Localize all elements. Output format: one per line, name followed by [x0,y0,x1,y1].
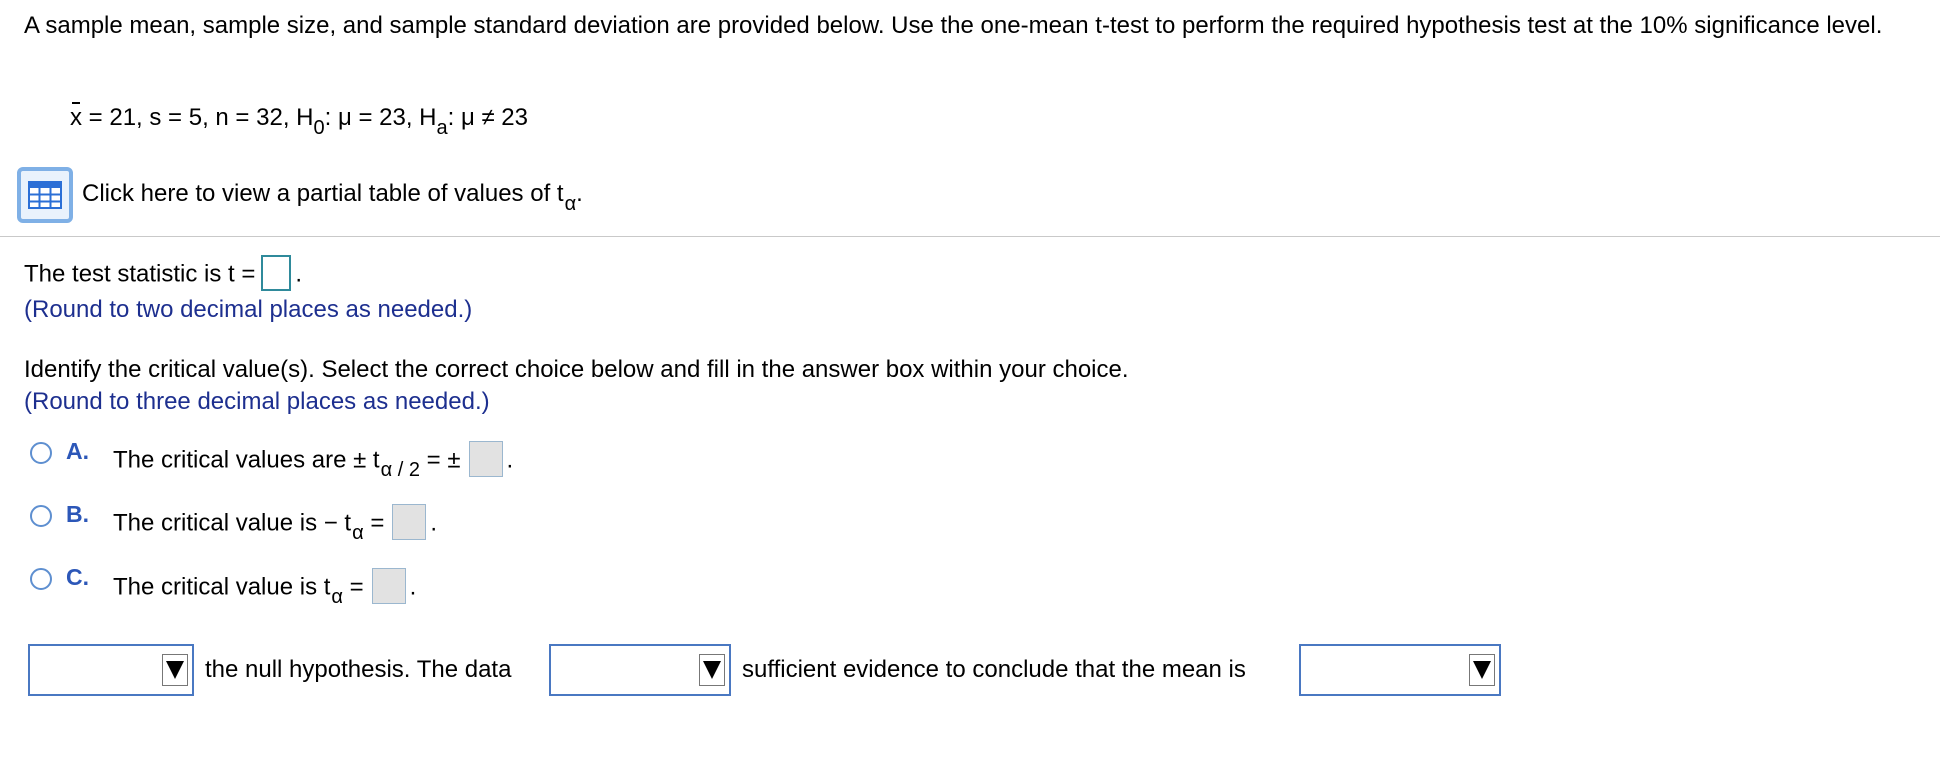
choice-c-radio[interactable] [30,568,52,590]
mean-conclusion-dropdown[interactable] [1299,644,1501,696]
choice-b-letter: B. [66,501,89,527]
given-values: x = 21, s = 5, n = 32, H0: μ = 23, Ha: μ… [70,102,528,139]
conclusion-text-1: the null hypothesis. The data [205,656,512,683]
choice-b-radio[interactable] [30,505,52,527]
evidence-dropdown[interactable] [549,644,731,696]
h0-subscript: 0 [313,117,325,139]
dropdown-arrow-icon[interactable] [162,654,188,686]
problem-intro: A sample mean, sample size, and sample s… [24,12,1883,39]
choice-c-letter: C. [66,564,89,590]
dropdown-arrow-icon[interactable] [1469,654,1495,686]
ha-subscript: a [436,117,448,139]
choice-b-input[interactable] [392,504,427,540]
hypothesis-decision-dropdown[interactable] [28,644,194,696]
choice-a-radio[interactable] [30,442,52,464]
section-divider [0,236,1940,237]
table-icon-button[interactable] [17,167,73,223]
choice-c-text: The critical value is tα =. [113,568,416,608]
choice-a-letter: A. [66,438,89,464]
choice-a-text: The critical values are ± tα / 2 = ±. [113,441,513,481]
choice-a-input[interactable] [468,441,503,477]
test-statistic-input[interactable] [261,255,292,291]
conclusion-text-2: sufficient evidence to conclude that the… [742,656,1246,683]
dropdown-arrow-icon[interactable] [699,654,725,686]
x-bar-symbol: x [70,102,82,131]
choice-b-text: The critical value is − tα =. [113,504,437,544]
critical-value-question: Identify the critical value(s). Select t… [24,356,1129,383]
test-statistic-line: The test statistic is t =. [24,255,302,293]
test-statistic-round-note: (Round to two decimal places as needed.) [24,296,473,323]
critical-value-round-note: (Round to three decimal places as needed… [24,388,490,415]
table-link[interactable]: Click here to view a partial table of va… [82,180,583,215]
choice-c-input[interactable] [371,568,406,604]
table-icon [28,181,62,209]
